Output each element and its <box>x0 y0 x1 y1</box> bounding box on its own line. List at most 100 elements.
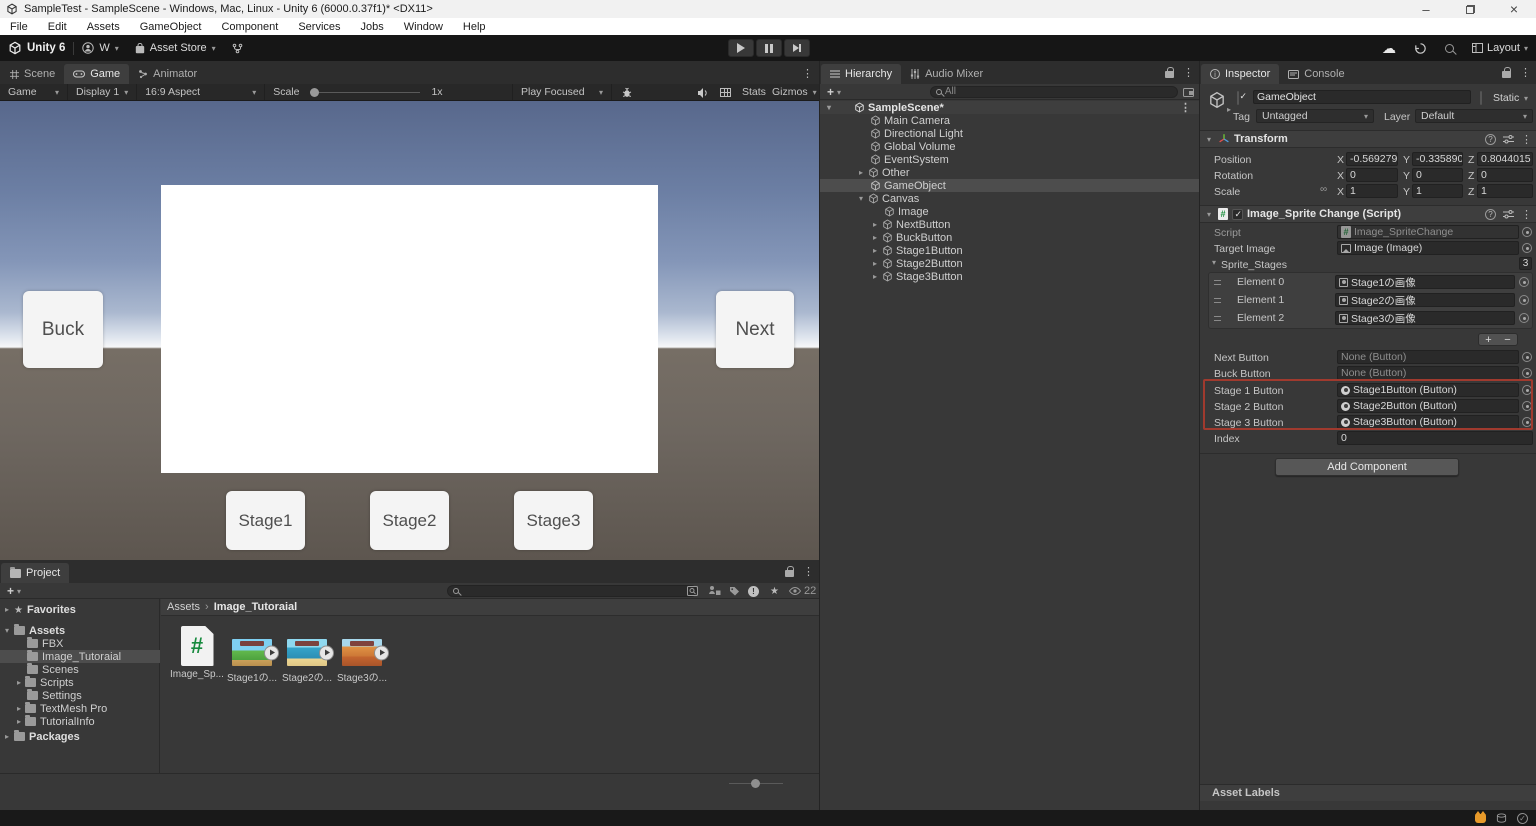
chevron-down-icon[interactable] <box>824 103 834 112</box>
menu-jobs[interactable]: Jobs <box>351 21 394 33</box>
remove-element-button[interactable] <box>1498 334 1517 345</box>
scale-z-field[interactable]: 1 <box>1477 184 1533 198</box>
panel-menu-icon[interactable] <box>1520 66 1531 79</box>
array-element-row[interactable]: Element 2 Stage3の画像 <box>1209 309 1532 327</box>
object-picker-icon[interactable] <box>1522 368 1532 378</box>
object-picker-icon[interactable] <box>1522 401 1532 411</box>
hierarchy-item[interactable]: Other <box>820 166 1199 179</box>
hierarchy-search-input[interactable] <box>945 86 1172 97</box>
scale-x-field[interactable]: 1 <box>1346 184 1398 198</box>
add-component-button[interactable]: Add Component <box>1275 458 1459 476</box>
tree-folder-settings[interactable]: Settings <box>0 689 160 702</box>
aspect-dropdown[interactable]: 16:9 Aspect <box>137 84 265 100</box>
project-search[interactable] <box>447 585 697 597</box>
tab-audio-mixer[interactable]: Audio Mixer <box>901 64 992 84</box>
version-control-button[interactable] <box>224 43 251 54</box>
chevron-down-icon[interactable] <box>856 194 866 203</box>
play-overlay-icon[interactable] <box>374 645 389 660</box>
tab-game[interactable]: Game <box>64 64 129 84</box>
restore-button[interactable] <box>1448 0 1492 18</box>
thumbnail-zoom-slider[interactable] <box>729 783 783 784</box>
position-x-field[interactable]: -0.569279 <box>1346 152 1398 166</box>
info-icon[interactable]: ! <box>748 586 759 597</box>
tree-folder-scripts[interactable]: Scripts <box>0 676 160 689</box>
menu-gameobject[interactable]: GameObject <box>130 21 212 33</box>
label-tag-icon[interactable] <box>729 586 740 596</box>
chevron-down-icon[interactable] <box>1209 258 1219 267</box>
position-y-field[interactable]: -0.335890 <box>1412 152 1463 166</box>
help-icon[interactable] <box>1485 209 1496 220</box>
lock-icon[interactable] <box>1165 71 1174 78</box>
buck-button[interactable]: Buck <box>23 291 103 368</box>
tab-inspector[interactable]: Inspector <box>1201 64 1279 84</box>
pause-button[interactable] <box>756 39 782 57</box>
project-search-input[interactable] <box>462 585 691 596</box>
tree-favorites[interactable]: Favorites <box>0 603 160 616</box>
cloud-icon[interactable] <box>1382 40 1396 57</box>
hierarchy-item[interactable]: Directional Light <box>820 127 1199 140</box>
vsync-grid-icon[interactable] <box>720 88 731 97</box>
play-button[interactable] <box>728 39 754 57</box>
hierarchy-item[interactable]: Stage3Button <box>820 270 1199 283</box>
tree-folder-tutorialinfo[interactable]: TutorialInfo <box>0 715 160 728</box>
chevron-down-icon[interactable] <box>837 86 841 98</box>
menu-assets[interactable]: Assets <box>77 21 130 33</box>
target-image-field[interactable]: Image (Image) <box>1337 241 1519 255</box>
tree-packages[interactable]: Packages <box>0 730 160 743</box>
hierarchy-item[interactable]: Stage1Button <box>820 244 1199 257</box>
scale-y-field[interactable]: 1 <box>1412 184 1463 198</box>
packages-visibility-icon[interactable] <box>708 585 721 597</box>
undo-history-icon[interactable] <box>1414 42 1427 55</box>
object-picker-icon[interactable] <box>1519 313 1529 323</box>
save-search-icon[interactable] <box>687 586 698 596</box>
array-size-field[interactable]: 3 <box>1519 257 1532 270</box>
menu-help[interactable]: Help <box>453 21 496 33</box>
display-dropdown[interactable]: Display 1 <box>68 84 137 100</box>
hierarchy-item[interactable]: Canvas <box>820 192 1199 205</box>
open-new-window-icon[interactable] <box>1183 88 1194 97</box>
file-stage1-image[interactable]: Stage1の... <box>225 626 279 684</box>
active-checkbox[interactable] <box>1237 91 1239 105</box>
array-element-row[interactable]: Element 1 Stage2の画像 <box>1209 291 1532 309</box>
menu-window[interactable]: Window <box>394 21 453 33</box>
tree-assets-root[interactable]: Assets <box>0 624 160 637</box>
presets-icon[interactable] <box>1503 210 1514 219</box>
menu-edit[interactable]: Edit <box>38 21 77 33</box>
rotation-z-field[interactable]: 0 <box>1477 168 1533 182</box>
stage2-button[interactable]: Stage2 <box>370 491 449 550</box>
scale-slider-knob[interactable] <box>310 88 319 97</box>
layout-dropdown[interactable]: Layout <box>1472 42 1528 54</box>
chevron-down-icon[interactable] <box>17 585 21 597</box>
chevron-right-icon[interactable] <box>870 259 880 268</box>
static-dropdown-icon[interactable] <box>1524 92 1528 104</box>
chevron-right-icon[interactable] <box>870 246 880 255</box>
gameobject-name-field[interactable]: GameObject <box>1253 90 1471 104</box>
panel-menu-icon[interactable] <box>803 565 814 578</box>
tab-hierarchy[interactable]: Hierarchy <box>821 64 901 84</box>
menu-services[interactable]: Services <box>288 21 350 33</box>
chevron-right-icon[interactable] <box>870 233 880 242</box>
breadcrumb-current[interactable]: Image_Tutoraial <box>214 601 298 613</box>
tab-project[interactable]: Project <box>1 563 69 583</box>
chevron-right-icon[interactable] <box>14 717 24 726</box>
scene-menu-icon[interactable] <box>1180 101 1191 114</box>
stage1-button-field[interactable]: Stage1Button (Button) <box>1337 383 1519 397</box>
gizmos-dropdown[interactable]: Gizmos <box>772 86 817 98</box>
chevron-right-icon[interactable] <box>2 732 12 741</box>
breadcrumb-assets[interactable]: Assets <box>167 601 200 613</box>
layer-dropdown[interactable]: Default <box>1415 109 1533 123</box>
chevron-right-icon[interactable] <box>870 272 880 281</box>
tab-console[interactable]: Console <box>1279 64 1353 84</box>
tag-dropdown[interactable]: Untagged <box>1256 109 1374 123</box>
file-image-sprite-script[interactable]: Image_Sp... <box>170 626 224 680</box>
create-asset-button[interactable] <box>7 584 14 598</box>
hierarchy-item-selected[interactable]: GameObject <box>820 179 1199 192</box>
object-picker-icon[interactable] <box>1522 385 1532 395</box>
hierarchy-item[interactable]: Image <box>820 205 1199 218</box>
asset-store-dropdown[interactable]: Asset Store <box>127 42 224 54</box>
drag-handle-icon[interactable] <box>1214 298 1221 303</box>
hierarchy-item[interactable]: BuckButton <box>820 231 1199 244</box>
hierarchy-search[interactable] <box>930 86 1178 98</box>
add-element-button[interactable] <box>1479 334 1498 345</box>
visible-count[interactable]: 22 <box>789 585 816 597</box>
